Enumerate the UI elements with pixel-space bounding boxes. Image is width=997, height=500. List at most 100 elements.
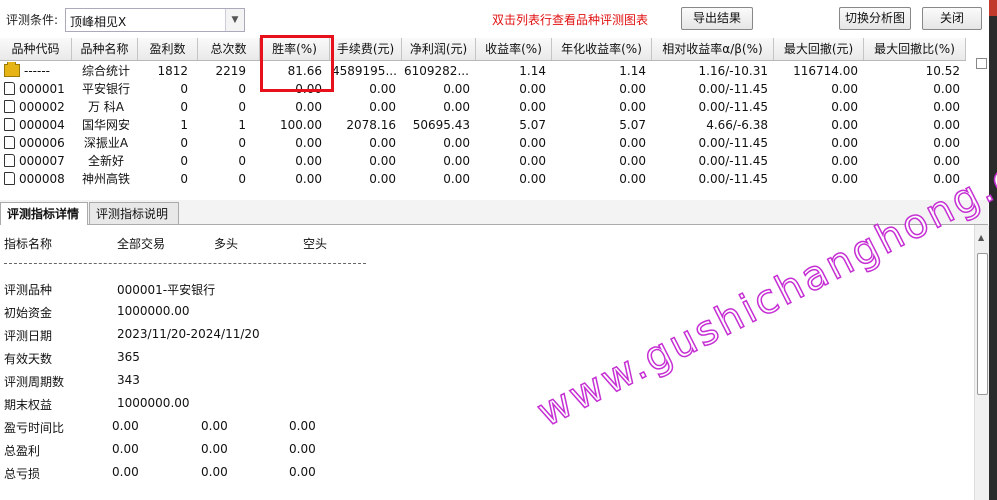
cell-fee: 0.00 xyxy=(369,154,396,168)
cell-fee: 2078.16 xyxy=(346,118,396,132)
cell-code: 000001 xyxy=(4,80,74,98)
cell-code: 000002 xyxy=(4,98,74,116)
column-header-annual[interactable]: 年化收益率(%) xyxy=(552,38,652,60)
cell-profit: 1 xyxy=(180,118,188,132)
table-row[interactable]: 000006 深振业A 0 0 0.00 0.00 0.00 0.00 0.00 0.00/-11… xyxy=(0,134,966,152)
condition-label: 评测条件: xyxy=(6,13,59,27)
cell-fee: 0.00 xyxy=(369,82,396,96)
table-row[interactable]: 000001 平安银行 0 0 0.00 0.00 0.00 0.00 0.00 0.00/-11… xyxy=(0,80,966,98)
row-checkbox[interactable] xyxy=(976,58,987,69)
cell-profit: 0 xyxy=(180,100,188,114)
cell-net: 6109282.... xyxy=(404,64,470,78)
column-header-fee[interactable]: 手续费(元) xyxy=(330,38,402,60)
cell-name: 神州高铁 xyxy=(81,172,130,186)
cell-total: 0 xyxy=(238,100,246,114)
cell-code-text: 000002 xyxy=(19,100,65,114)
detail-scrollbar[interactable]: ▲ xyxy=(974,225,989,500)
cell-rel: 1.16/-10.31 xyxy=(698,64,768,78)
detail-value-long: 0.00 xyxy=(201,419,228,433)
detail-label: 总盈利 xyxy=(4,444,41,458)
column-header-code[interactable]: 品种代码 xyxy=(0,38,72,60)
cell-rel: 0.00/-11.45 xyxy=(698,100,768,114)
cell-total: 1 xyxy=(238,118,246,132)
column-header-dd[interactable]: 最大回撤(元) xyxy=(774,38,864,60)
document-icon xyxy=(4,172,15,185)
cell-win: 0.00 xyxy=(295,136,322,150)
detail-value-long: 0.00 xyxy=(201,465,228,479)
column-header-ddr[interactable]: 最大回撤比(%) xyxy=(864,38,966,60)
column-header-profit[interactable]: 盈利数 xyxy=(138,38,198,60)
condition-select[interactable]: 顶峰相见X ▼ xyxy=(65,8,245,32)
cell-profit: 1812 xyxy=(157,64,188,78)
cell-ret: 5.07 xyxy=(519,118,546,132)
column-header-name[interactable]: 品种名称 xyxy=(72,38,138,60)
close-button[interactable]: 关闭 xyxy=(922,7,982,30)
cell-dd: 0.00 xyxy=(831,172,858,186)
detail-col-name: 指标名称 xyxy=(4,237,53,251)
cell-name: 平安银行 xyxy=(81,82,130,96)
cell-fee: 0.00 xyxy=(369,100,396,114)
table-row[interactable]: 000007 全新好 0 0 0.00 0.00 0.00 0.00 0.00 0.00/-11.… xyxy=(0,152,966,170)
cell-code: 000004 xyxy=(4,116,74,134)
cell-annual: 0.00 xyxy=(619,82,646,96)
cell-profit: 0 xyxy=(180,82,188,96)
table-header: 品种代码 品种名称 盈利数 总次数 胜率(%) 手续费(元) 净利润(元) 收益率(%) 年化收… xyxy=(0,38,966,61)
detail-label: 初始资金 xyxy=(4,306,53,320)
scroll-thumb[interactable] xyxy=(977,253,988,395)
cell-profit: 0 xyxy=(180,154,188,168)
highlight-box xyxy=(260,35,334,92)
cell-name: 深振业A xyxy=(83,136,129,150)
detail-label: 期末权益 xyxy=(4,398,53,412)
cell-rel: 0.00/-11.45 xyxy=(698,172,768,186)
cell-code-text: 000006 xyxy=(19,136,65,150)
column-header-ret[interactable]: 收益率(%) xyxy=(476,38,552,60)
cell-code-text: ------ xyxy=(24,64,50,78)
cell-total: 0 xyxy=(238,172,246,186)
tab-detail[interactable]: 评测指标详情 xyxy=(0,202,88,225)
detail-value-all: 0.00 xyxy=(112,442,139,456)
document-icon xyxy=(4,136,15,149)
column-header-net[interactable]: 净利润(元) xyxy=(402,38,476,60)
detail-label: 有效天数 xyxy=(4,352,53,366)
cell-fee: 0.00 xyxy=(369,136,396,150)
cell-name: 综合统计 xyxy=(81,64,130,78)
table-row[interactable]: ------ 综合统计 1812 2219 81.66 4589195.... 610928… xyxy=(0,62,966,80)
cell-rel: 4.66/-6.38 xyxy=(706,118,768,132)
cell-ddr: 0.00 xyxy=(933,118,960,132)
cell-total: 0 xyxy=(238,136,246,150)
export-button[interactable]: 导出结果 xyxy=(681,7,753,30)
switch-chart-button[interactable]: 切换分析图 xyxy=(839,7,911,30)
tab-explain[interactable]: 评测指标说明 xyxy=(89,202,179,224)
cell-annual: 0.00 xyxy=(619,172,646,186)
cell-profit: 0 xyxy=(180,172,188,186)
tab-bar: 评测指标详情 评测指标说明 xyxy=(0,200,988,225)
detail-panel: 指标名称 全部交易 多头 空头 评测品种 000001-平安银行 初始资金 10000… xyxy=(0,225,970,500)
window-edge xyxy=(989,0,997,500)
document-icon xyxy=(4,82,15,95)
document-icon xyxy=(4,118,15,131)
detail-label: 盈亏时间比 xyxy=(4,421,65,435)
cell-win: 100.00 xyxy=(280,118,322,132)
table-row[interactable]: 000008 神州高铁 0 0 0.00 0.00 0.00 0.00 0.00 0.00/-11… xyxy=(0,170,966,188)
cell-ret: 1.14 xyxy=(519,64,546,78)
cell-annual: 0.00 xyxy=(619,100,646,114)
chevron-down-icon[interactable]: ▼ xyxy=(225,9,244,31)
detail-col-long: 多头 xyxy=(214,237,239,251)
table-row[interactable]: 000004 国华网安 1 1 100.00 2078.16 50695.43 5.07 5.0… xyxy=(0,116,966,134)
cell-dd: 0.00 xyxy=(831,82,858,96)
column-header-total[interactable]: 总次数 xyxy=(198,38,260,60)
cell-net: 50695.43 xyxy=(412,118,470,132)
detail-value-all: 000001-平安银行 xyxy=(117,283,216,297)
scroll-up-icon[interactable]: ▲ xyxy=(978,233,984,242)
column-header-rel[interactable]: 相对收益率α/β(%) xyxy=(652,38,774,60)
table-row[interactable]: 000002 万 科A 0 0 0.00 0.00 0.00 0.00 0.00 0.00/-11… xyxy=(0,98,966,116)
cell-net: 0.00 xyxy=(443,100,470,114)
cell-code-text: 000008 xyxy=(19,172,65,186)
cell-name: 万 科A xyxy=(87,100,125,114)
cell-dd: 0.00 xyxy=(831,154,858,168)
cell-name: 全新好 xyxy=(87,154,124,168)
cell-annual: 0.00 xyxy=(619,136,646,150)
cell-ret: 0.00 xyxy=(519,154,546,168)
cell-dd: 0.00 xyxy=(831,136,858,150)
detail-label: 评测周期数 xyxy=(4,375,65,389)
